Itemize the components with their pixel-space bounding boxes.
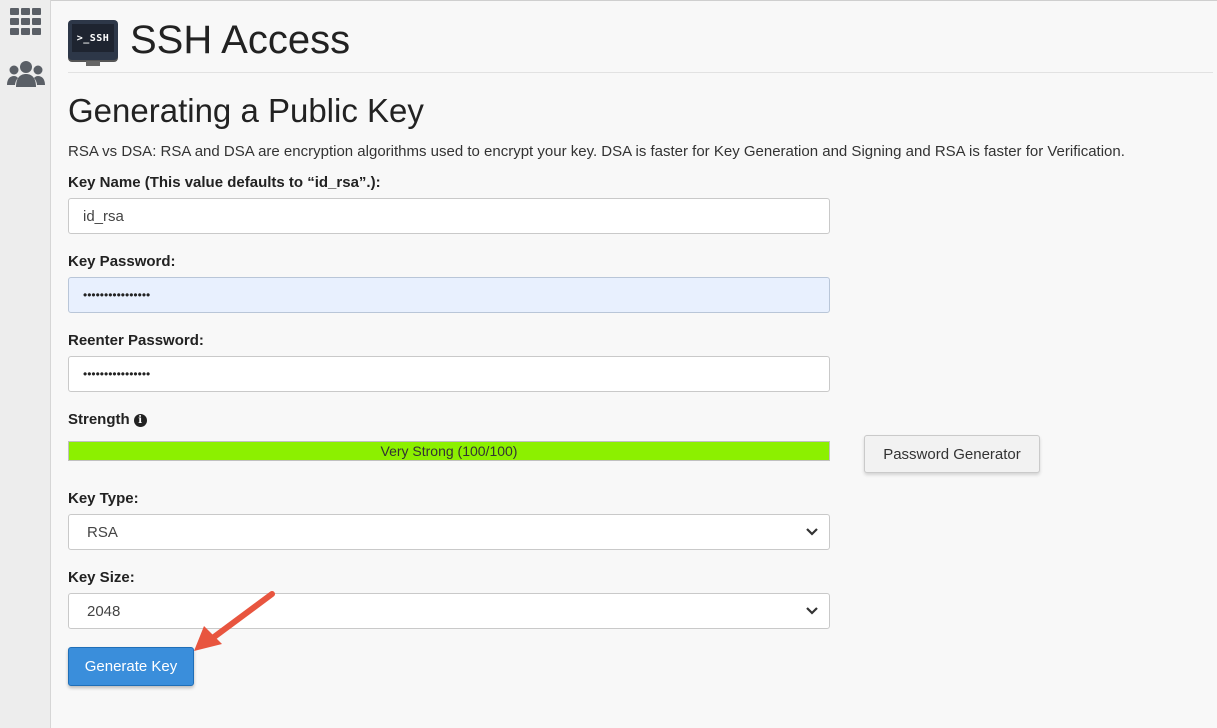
- strength-label: Strength: [68, 411, 130, 428]
- key-size-select[interactable]: 2048: [68, 593, 830, 629]
- page-header: >_SSH SSH Access: [68, 14, 350, 66]
- strength-label-row: Strength i: [68, 411, 147, 428]
- generate-key-button[interactable]: Generate Key: [68, 647, 194, 686]
- strength-text: Very Strong (100/100): [380, 443, 518, 459]
- users-icon[interactable]: [7, 60, 45, 93]
- key-name-label: Key Name (This value defaults to “id_rsa…: [68, 174, 381, 191]
- key-name-value: id_rsa: [83, 207, 124, 225]
- key-password-label: Key Password:: [68, 253, 176, 270]
- apps-grid-icon[interactable]: [10, 8, 42, 41]
- reenter-password-value: ••••••••••••••••: [83, 367, 151, 381]
- top-border: [51, 0, 1217, 1]
- divider: [68, 72, 1213, 73]
- reenter-password-input[interactable]: ••••••••••••••••: [68, 356, 830, 392]
- key-password-input[interactable]: ••••••••••••••••: [68, 277, 830, 313]
- key-size-label: Key Size:: [68, 569, 135, 586]
- reenter-password-label: Reenter Password:: [68, 332, 204, 349]
- key-type-select[interactable]: RSA: [68, 514, 830, 550]
- sidebar: [0, 0, 51, 728]
- password-strength-meter: Very Strong (100/100): [68, 441, 830, 461]
- password-generator-button[interactable]: Password Generator: [864, 435, 1040, 473]
- section-description: RSA vs DSA: RSA and DSA are encryption a…: [68, 143, 1125, 160]
- key-password-value: ••••••••••••••••: [83, 288, 151, 302]
- ssh-logo-text: >_SSH: [72, 24, 114, 52]
- section-title: Generating a Public Key: [68, 92, 424, 129]
- chevron-down-icon: [805, 525, 819, 543]
- info-icon[interactable]: i: [133, 414, 147, 427]
- ssh-terminal-icon: >_SSH: [68, 20, 118, 66]
- pointer-arrow-icon: [188, 588, 278, 663]
- key-size-value: 2048: [87, 602, 121, 620]
- key-type-value: RSA: [87, 523, 118, 541]
- chevron-down-icon: [805, 604, 819, 622]
- key-name-input[interactable]: id_rsa: [68, 198, 830, 234]
- page-title: SSH Access: [130, 17, 351, 62]
- key-type-label: Key Type:: [68, 490, 139, 507]
